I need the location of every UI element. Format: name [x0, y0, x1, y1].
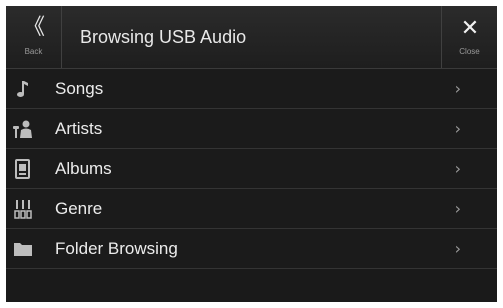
- list-item-artists[interactable]: Artists ›: [6, 109, 497, 149]
- list-item-label: Albums: [55, 159, 112, 178]
- header-bar: 《 Back Browsing USB Audio ✕ Close: [6, 6, 497, 69]
- browse-screen: 《 Back Browsing USB Audio ✕ Close Songs …: [6, 6, 497, 302]
- browse-list: Songs › Artists › Albums › Genre › Folde…: [6, 69, 497, 269]
- chevron-right-icon: ›: [454, 159, 461, 178]
- chevron-right-icon: ›: [454, 239, 461, 258]
- music-note-icon: [12, 79, 34, 99]
- album-icon: [12, 159, 34, 179]
- list-item-label: Artists: [55, 119, 103, 138]
- close-label: Close: [459, 47, 480, 56]
- double-chevron-left-icon: 《: [22, 15, 45, 40]
- list-item-label: Songs: [55, 79, 104, 98]
- list-item-label: Genre: [55, 199, 103, 218]
- page-title: Browsing USB Audio: [80, 27, 247, 47]
- close-button[interactable]: ✕ Close: [441, 6, 497, 68]
- artist-icon: [12, 119, 34, 139]
- back-button[interactable]: 《 Back: [6, 6, 62, 68]
- list-item-albums[interactable]: Albums ›: [6, 149, 497, 189]
- chevron-right-icon: ›: [454, 79, 461, 98]
- list-item-folder-browsing[interactable]: Folder Browsing ›: [6, 229, 497, 269]
- list-item-genre[interactable]: Genre ›: [6, 189, 497, 229]
- list-item-songs[interactable]: Songs ›: [6, 69, 497, 109]
- chevron-right-icon: ›: [454, 119, 461, 138]
- back-label: Back: [24, 47, 43, 56]
- list-item-label: Folder Browsing: [55, 239, 178, 258]
- close-icon: ✕: [460, 16, 480, 41]
- chevron-right-icon: ›: [454, 199, 461, 218]
- folder-icon: [12, 239, 34, 259]
- genre-icon: [12, 199, 34, 219]
